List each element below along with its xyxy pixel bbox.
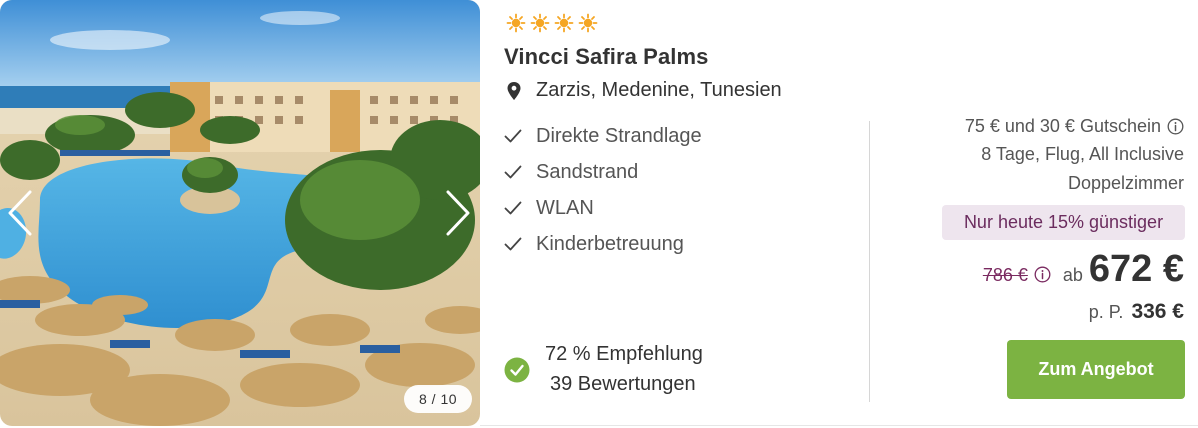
deal-badge: Nur heute 15% günstiger <box>942 205 1185 240</box>
hotel-location: Zarzis, Medenine, Tunesien <box>506 79 782 102</box>
gallery-next-button[interactable] <box>438 183 478 243</box>
offer-details: 8 Tage, Flug, All Inclusive <box>981 144 1184 164</box>
gallery-prev-button[interactable] <box>0 183 40 243</box>
sun-star-icon <box>506 13 526 33</box>
hotel-feature-list: Direkte Strandlage Sandstrand WLAN Kinde… <box>504 118 702 262</box>
hotel-offer-card: 8 / 10 Vincci Safira Palms Zarzis, Meden… <box>0 0 1198 428</box>
view-offer-button[interactable]: Zum Angebot <box>1007 340 1185 399</box>
feature-label: Kinderbetreuung <box>536 232 684 255</box>
hotel-location-text: Zarzis, Medenine, Tunesien <box>536 79 782 101</box>
hotel-photo-gallery[interactable]: 8 / 10 <box>0 0 480 426</box>
sun-star-icon <box>554 13 574 33</box>
check-circle-icon <box>504 357 530 383</box>
hotel-photo <box>0 0 480 426</box>
review-count: 39 Bewertungen <box>550 373 696 395</box>
info-icon[interactable] <box>1034 266 1051 283</box>
hotel-name[interactable]: Vincci Safira Palms <box>504 44 709 70</box>
feature-label: Direkte Strandlage <box>536 124 702 147</box>
feature-item: WLAN <box>504 190 702 226</box>
old-price: 786 € <box>982 265 1028 285</box>
sun-star-icon <box>530 13 550 33</box>
per-person-price-row: p. P. 336 € <box>1089 300 1184 324</box>
total-price: 672 € <box>1088 248 1184 290</box>
price-from-label: ab <box>1062 265 1083 285</box>
checkmark-icon <box>504 129 522 143</box>
per-person-price: 336 € <box>1131 300 1184 323</box>
room-type: Doppelzimmer <box>1067 173 1184 193</box>
checkmark-icon <box>504 201 522 215</box>
voucher-text: 75 € und 30 € Gutschein <box>964 116 1161 136</box>
feature-item: Sandstrand <box>504 154 702 190</box>
info-icon[interactable] <box>1167 118 1184 135</box>
chevron-left-icon <box>8 190 32 236</box>
feature-label: WLAN <box>536 196 594 219</box>
checkmark-icon <box>504 237 522 251</box>
price-row: 786 € ab 672 € <box>983 248 1184 294</box>
column-divider <box>869 121 870 402</box>
chevron-right-icon <box>446 190 470 236</box>
hotel-star-rating <box>506 13 598 33</box>
voucher-info: 75 € und 30 € Gutschein <box>965 116 1184 137</box>
gallery-counter: 8 / 10 <box>404 385 473 413</box>
recommendation-rate: 72 % Empfehlung <box>545 343 703 365</box>
sun-star-icon <box>578 13 598 33</box>
map-pin-icon <box>507 81 521 100</box>
feature-item: Kinderbetreuung <box>504 226 702 262</box>
per-person-label: p. P. <box>1088 302 1124 322</box>
review-summary[interactable]: 72 % Empfehlung 39 Bewertungen <box>504 340 724 400</box>
checkmark-icon <box>504 165 522 179</box>
feature-label: Sandstrand <box>536 160 639 183</box>
feature-item: Direkte Strandlage <box>504 118 702 154</box>
